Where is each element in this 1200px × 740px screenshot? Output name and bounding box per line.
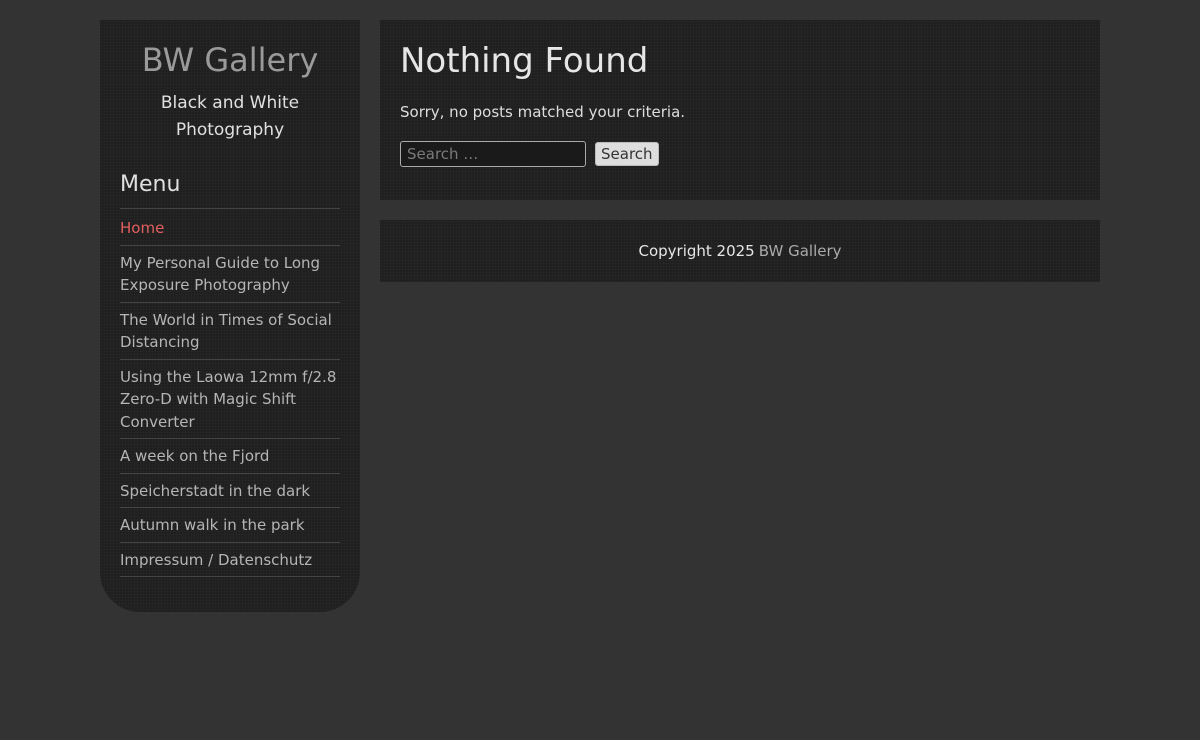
sidebar: BW Gallery Black and White Photography M… [100,20,360,612]
menu-item-social-distancing[interactable]: The World in Times of Social Distancing [120,303,340,360]
menu-item-home[interactable]: Home [120,209,340,246]
menu-item-speicherstadt[interactable]: Speicherstadt in the dark [120,474,340,508]
menu-item-long-exposure-guide[interactable]: My Personal Guide to Long Exposure Photo… [120,246,340,303]
site-description: Black and White Photography [160,93,300,140]
menu-item-autumn-walk[interactable]: Autumn walk in the park [120,508,340,543]
search-form: Search [400,141,1080,167]
page-title: Nothing Found [400,41,649,81]
search-input[interactable] [400,141,586,167]
menu-title: Menu [120,170,340,209]
main-content: Nothing Found Sorry, no posts matched yo… [380,20,1100,200]
menu-list: Home My Personal Guide to Long Exposure … [120,209,340,577]
footer: Copyright 2025 BW Gallery [380,220,1100,282]
menu-item-fjord[interactable]: A week on the Fjord [120,439,340,474]
no-results-message: Sorry, no posts matched your criteria. [400,103,686,121]
copyright-text: Copyright 2025 [638,242,755,260]
menu-item-impressum[interactable]: Impressum / Datenschutz [120,543,340,577]
footer-site-link[interactable]: BW Gallery [759,242,842,260]
menu-item-laowa-12mm[interactable]: Using the Laowa 12mm f/2.8 Zero-D with M… [120,360,340,439]
search-button[interactable]: Search [595,142,659,166]
site-title[interactable]: BW Gallery [120,40,340,80]
